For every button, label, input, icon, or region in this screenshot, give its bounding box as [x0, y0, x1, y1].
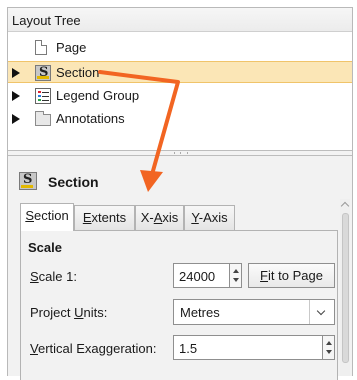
tab-y-axis[interactable]: Y-Axis	[184, 205, 235, 230]
folder-icon	[35, 111, 51, 126]
vertical-exaggeration-spinner[interactable]	[322, 335, 335, 360]
page-icon	[35, 40, 47, 55]
vertical-exaggeration-label: Vertical Exaggeration:	[30, 341, 157, 356]
layout-tree-title: Layout Tree	[12, 13, 81, 28]
tree-item-label: Legend Group	[56, 88, 140, 103]
vertical-exaggeration-input[interactable]: 1.5	[173, 335, 335, 360]
splitter-grip-icon	[174, 152, 188, 154]
properties-panel: Section Section Extents X-Axis Y-Axis Sc…	[8, 156, 352, 380]
tree-item-annotations[interactable]: Annotations	[8, 108, 352, 130]
section-icon	[35, 65, 51, 81]
tab-extents[interactable]: Extents	[74, 205, 135, 230]
section-icon	[19, 172, 37, 190]
project-units-select[interactable]: Metres	[173, 299, 335, 325]
scroll-up-icon[interactable]	[340, 201, 350, 211]
properties-title: Section	[48, 174, 99, 190]
tree-item-section[interactable]: Section	[8, 61, 352, 83]
scale-spinner[interactable]	[229, 263, 242, 288]
scale-input[interactable]: 24000	[173, 263, 242, 288]
layout-tree-header: Layout Tree	[8, 8, 352, 32]
project-units-label: Project Units:	[30, 305, 108, 320]
tab-x-axis[interactable]: X-Axis	[135, 205, 184, 230]
expand-arrow-icon[interactable]	[12, 114, 20, 124]
scroll-thumb[interactable]	[342, 213, 349, 363]
tree-item-label: Page	[56, 40, 87, 55]
scale-section-heading: Scale	[28, 240, 62, 255]
legend-icon	[35, 88, 51, 104]
expand-arrow-icon[interactable]	[12, 91, 20, 101]
tree-item-page[interactable]: Page	[8, 37, 352, 59]
tree-item-label: Section	[56, 65, 100, 80]
vertical-scrollbar[interactable]	[340, 199, 350, 376]
tab-section[interactable]: Section	[20, 203, 74, 231]
tree-item-label: Annotations	[56, 111, 125, 126]
fit-to-page-button[interactable]: Fit to Page	[248, 263, 335, 288]
expand-arrow-icon[interactable]	[12, 68, 20, 78]
scale-label: Scale 1:	[30, 269, 77, 284]
chevron-down-icon[interactable]	[309, 300, 334, 324]
tree-item-legend-group[interactable]: Legend Group	[8, 85, 352, 107]
